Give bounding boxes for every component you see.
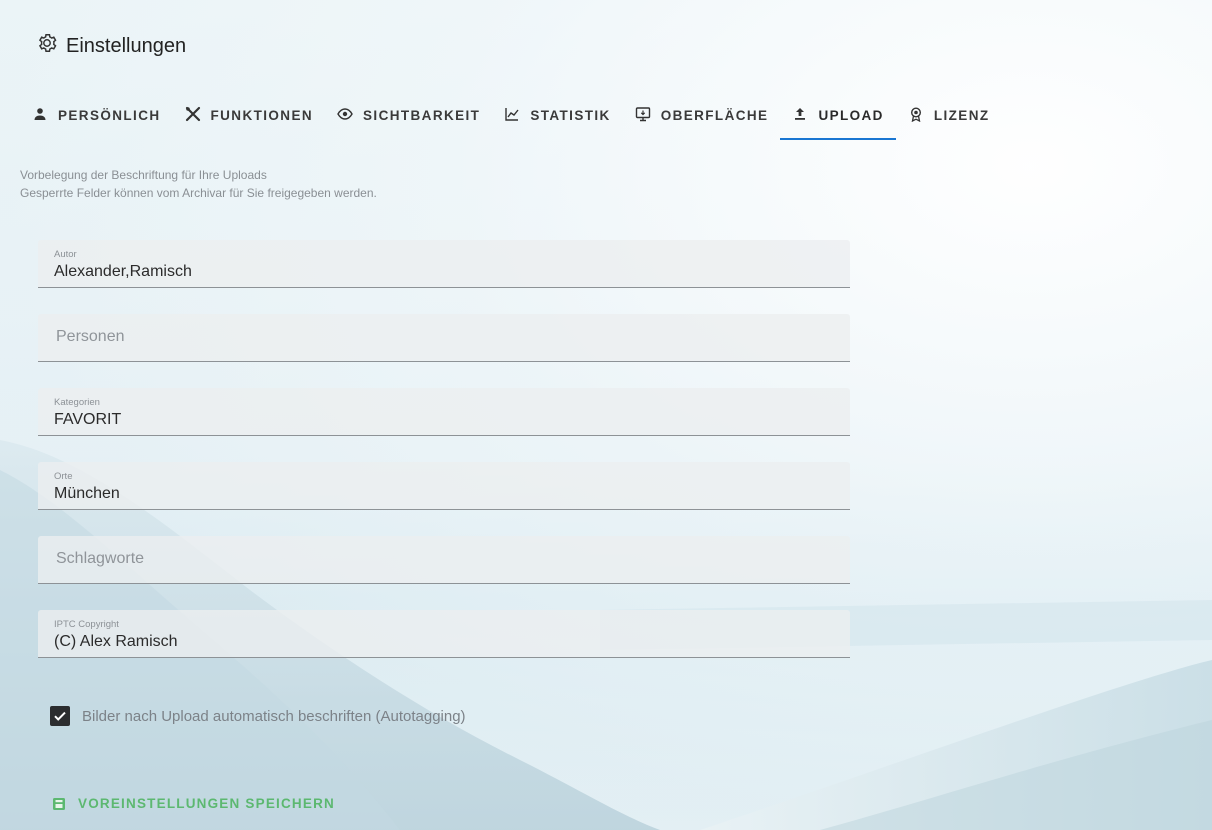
orte-label: Orte	[54, 471, 73, 482]
save-button[interactable]: VOREINSTELLUNGEN SPEICHERN	[52, 796, 335, 811]
kategorien-field[interactable]: Kategorien FAVORIT	[38, 388, 850, 436]
copyright-label: IPTC Copyright	[54, 619, 119, 630]
orte-value: München	[54, 485, 120, 502]
tab-persoenlich[interactable]: PERSÖNLICH	[20, 90, 173, 140]
tab-label: OBERFLÄCHE	[660, 107, 769, 123]
autotagging-label: Bilder nach Upload automatisch beschrift…	[82, 707, 466, 725]
copyright-field[interactable]: IPTC Copyright (C) Alex Ramisch	[38, 610, 850, 658]
tab-upload[interactable]: UPLOAD	[780, 90, 897, 140]
tab-label: FUNKTIONEN	[210, 107, 314, 123]
kategorien-value: FAVORIT	[54, 411, 122, 428]
tab-lizenz[interactable]: LIZENZ	[896, 90, 1002, 140]
orte-field[interactable]: Orte München	[38, 462, 850, 510]
intro-line: Gesperrte Felder können vom Archivar für…	[20, 186, 377, 200]
tab-label: STATISTIK	[530, 107, 611, 123]
save-icon	[52, 797, 66, 811]
page-title: Einstellungen	[66, 34, 187, 57]
tab-label: PERSÖNLICH	[58, 107, 161, 123]
upload-icon	[792, 106, 808, 125]
page-header: Einstellungen	[36, 32, 186, 60]
tab-label: LIZENZ	[933, 107, 990, 123]
settings-panel: Einstellungen PERSÖNLICH FUNKTIONEN SICH…	[0, 0, 1212, 830]
autotagging-row: Bilder nach Upload automatisch beschrift…	[50, 706, 466, 726]
gear-icon	[36, 32, 58, 60]
schlagworte-placeholder: Schlagworte	[56, 550, 145, 567]
tab-statistik[interactable]: STATISTIK	[492, 90, 622, 140]
autor-label: Autor	[54, 249, 77, 260]
tab-label: UPLOAD	[818, 107, 884, 123]
license-icon	[908, 106, 924, 125]
tools-icon	[185, 106, 201, 125]
eye-icon	[337, 106, 353, 125]
autor-field[interactable]: Autor Alexander,Ramisch	[38, 240, 850, 288]
monitor-icon	[635, 106, 651, 125]
settings-tabs: PERSÖNLICH FUNKTIONEN SICHTBARKEIT STATI…	[20, 90, 1002, 140]
chart-icon	[504, 106, 520, 125]
tab-sichtbarkeit[interactable]: SICHTBARKEIT	[325, 90, 492, 140]
tab-funktionen[interactable]: FUNKTIONEN	[173, 90, 326, 140]
tab-label: SICHTBARKEIT	[363, 107, 481, 123]
intro-text: Vorbelegung der Beschriftung für Ihre Up…	[20, 166, 377, 202]
checkmark-icon	[54, 711, 66, 721]
autotagging-checkbox[interactable]	[50, 706, 70, 726]
intro-line: Vorbelegung der Beschriftung für Ihre Up…	[20, 168, 267, 182]
person-icon	[32, 106, 48, 125]
personen-field[interactable]: Personen	[38, 314, 850, 362]
save-button-label: VOREINSTELLUNGEN SPEICHERN	[78, 796, 335, 811]
schlagworte-field[interactable]: Schlagworte	[38, 536, 850, 584]
autor-value: Alexander,Ramisch	[54, 263, 192, 280]
tab-oberflaeche[interactable]: OBERFLÄCHE	[623, 90, 781, 140]
personen-placeholder: Personen	[56, 328, 125, 345]
kategorien-label: Kategorien	[54, 397, 100, 408]
copyright-value: (C) Alex Ramisch	[54, 633, 178, 650]
